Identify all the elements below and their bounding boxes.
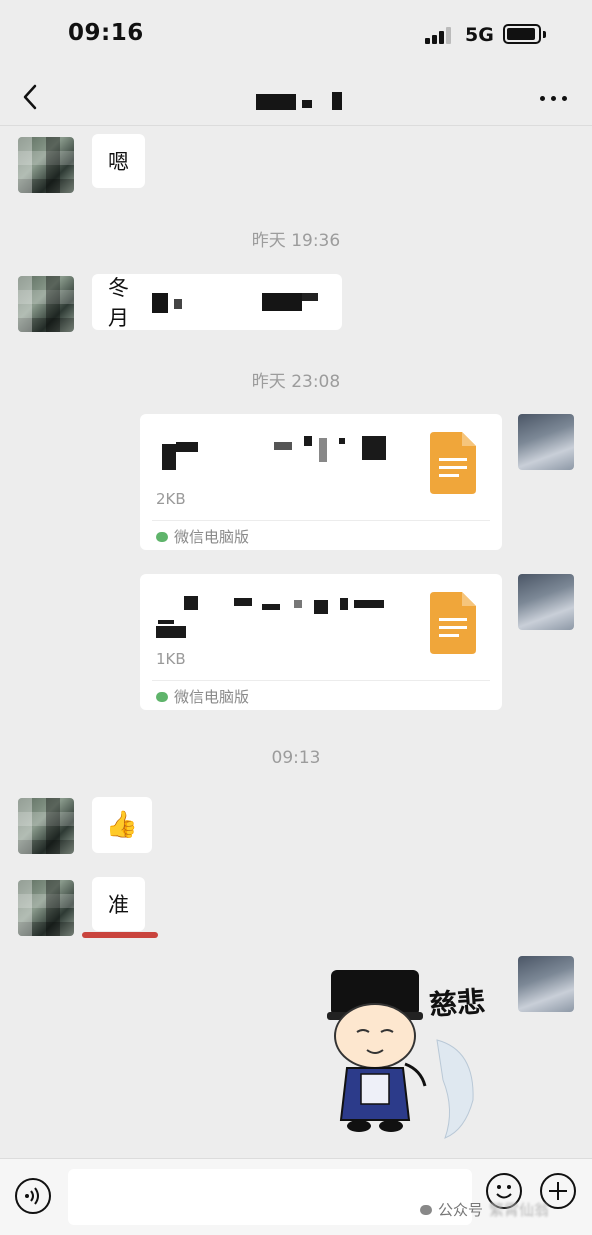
message-bubble[interactable]: 嗯 [92,134,145,188]
more-options-button[interactable] [538,92,570,104]
wechat-icon [156,531,168,542]
signal-icon [425,26,457,44]
status-time: 09:16 [68,20,144,46]
message-text: 冬月 [108,276,129,330]
file-size: 1KB [156,650,186,668]
message-bubble[interactable]: 冬月 [92,274,342,330]
timestamp: 09:13 [271,748,321,768]
monk-sticker[interactable]: 慈悲 [325,960,495,1145]
watermark-label: 公众号 [438,1201,484,1219]
chat-header [0,70,592,126]
file-name-redacted [154,592,394,638]
timestamp: 昨天 23:08 [251,372,341,392]
contact-avatar[interactable] [18,798,74,854]
voice-button[interactable] [15,1178,51,1214]
document-icon [430,592,476,654]
file-source: 微信电脑版 [156,686,249,707]
contact-avatar[interactable] [18,276,74,332]
self-avatar[interactable] [518,574,574,630]
message-bubble[interactable]: 准 [92,877,145,931]
file-source-label: 微信电脑版 [174,528,250,546]
file-size: 2KB [156,490,186,508]
network-type: 5G [465,24,494,46]
divider [152,680,490,681]
red-underline-annotation [82,932,158,938]
wechat-icon [156,691,168,702]
contact-avatar[interactable] [18,880,74,936]
self-avatar[interactable] [518,414,574,470]
file-source-label: 微信电脑版 [174,688,250,706]
message-input[interactable] [68,1169,472,1225]
contact-avatar[interactable] [18,137,74,193]
timestamp: 昨天 19:36 [251,231,341,251]
chevron-left-icon [23,84,37,110]
document-icon [430,432,476,494]
redacted-text [152,291,326,313]
message-text: 准 [108,893,129,917]
divider [152,520,490,521]
file-message[interactable]: 2KB 微信电脑版 [140,414,502,550]
back-button[interactable] [16,82,46,112]
watermark-name: 繁霄仙翁 [489,1201,550,1219]
message-text: 嗯 [108,150,129,174]
chat-title-redacted [256,92,346,110]
voice-icon [25,1187,39,1205]
watermark: 公众号 繁霄仙翁 [420,1199,549,1220]
file-source: 微信电脑版 [156,526,249,547]
battery-icon [503,24,546,44]
input-bar: 公众号 繁霄仙翁 [0,1158,592,1235]
file-name-redacted [154,432,394,476]
file-message[interactable]: 1KB 微信电脑版 [140,574,502,710]
sticker-caption: 慈悲 [428,985,487,1022]
thumbs-up-icon: 👍 [105,810,139,840]
message-bubble[interactable]: 👍 [92,797,152,853]
wechat-icon [420,1204,432,1215]
status-bar: 09:16 5G [0,0,592,70]
self-avatar[interactable] [518,956,574,1012]
